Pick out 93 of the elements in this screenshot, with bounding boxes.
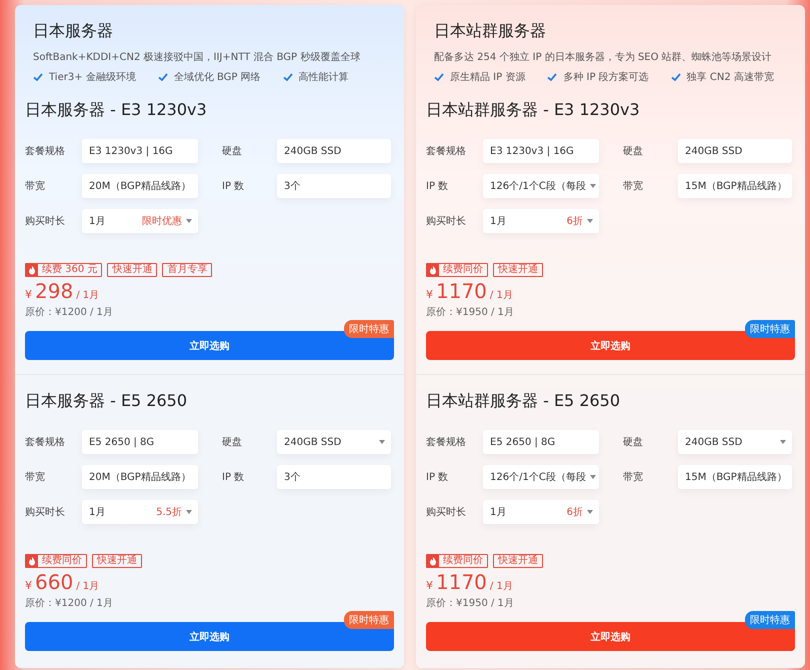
section-title: 日本站群服务器 (434, 21, 547, 42)
check-icon (282, 72, 293, 82)
check-icon (33, 72, 43, 82)
check-icon (547, 72, 558, 82)
price: ¥1170/ 1月 (426, 279, 514, 303)
select-field[interactable]: 1月 6折 (483, 209, 599, 233)
select-field[interactable]: 126个/1个C段（每段 (483, 465, 599, 489)
original-price: 原价：¥1950 / 1月 (426, 306, 515, 319)
input-field[interactable]: 15M（BGP精品线路） (678, 465, 792, 489)
feature-text: Tier3+ 金融级环境 (49, 70, 136, 84)
input-field[interactable]: E3 1230v3 | 16G (82, 139, 198, 163)
product-title: 日本服务器 - E3 1230v3 (25, 100, 208, 121)
field-label: 带宽 (25, 180, 46, 193)
promo-ribbon: 限时特惠 (745, 320, 795, 338)
promo-tag: 续费同价 (25, 554, 87, 568)
select-field[interactable]: 240GB SSD (678, 430, 792, 454)
check-icon (158, 72, 168, 82)
feature-text: 独享 CN2 高速带宽 (686, 70, 774, 84)
section-subtitle: 配备多达 254 个独立 IP 的日本服务器，专为 SEO 站群、蜘蛛池等场景设计 (434, 50, 773, 64)
original-price: 原价：¥1200 / 1月 (25, 597, 114, 610)
promo-tag: 快速开通 (493, 554, 543, 568)
field-label: IP 数 (426, 471, 450, 484)
input-field[interactable]: 240GB SSD (277, 139, 391, 163)
promo-tag: 快速开通 (493, 263, 543, 277)
product-title: 日本站群服务器 - E5 2650 (426, 391, 622, 412)
input-field[interactable]: 20M（BGP精品线路） (82, 174, 198, 198)
price: ¥660/ 1月 (25, 570, 100, 594)
input-field[interactable]: E5 2650 | 8G (82, 430, 198, 454)
promo-tag: 快速开通 (107, 263, 158, 277)
select-field[interactable]: 1月 限时优惠 (82, 209, 198, 233)
input-field[interactable]: 20M（BGP精品线路） (82, 465, 198, 489)
promo-tag: 续费同价 (426, 263, 488, 277)
promo-tag: 续费 360 元 (25, 263, 102, 277)
select-field[interactable]: 1月 5.5折 (82, 500, 198, 524)
caret-icon (186, 219, 192, 223)
caret-icon (587, 219, 593, 223)
select-field[interactable]: 1月 6折 (483, 500, 599, 524)
field-label: 购买时长 (426, 214, 467, 228)
promo-ribbon: 限时特惠 (344, 611, 394, 629)
field-label: IP 数 (426, 180, 450, 193)
field-label: IP 数 (221, 471, 246, 484)
product-title: 日本站群服务器 - E3 1230v3 (426, 100, 641, 121)
flame-icon (26, 264, 38, 276)
field-label: 套餐规格 (25, 436, 66, 449)
feature-text: 全域优化 BGP 网络 (174, 70, 261, 84)
input-field[interactable]: E5 2650 | 8G (483, 430, 599, 454)
input-field[interactable]: 240GB SSD (678, 139, 792, 163)
price: ¥298/ 1月 (25, 279, 100, 303)
field-label: 硬盘 (622, 145, 644, 158)
field-label: 购买时长 (25, 214, 66, 228)
promo-tag: 续费同价 (426, 554, 488, 568)
flame-icon (427, 555, 439, 567)
input-field[interactable]: E3 1230v3 | 16G (483, 139, 599, 163)
promo-tag: 首月专享 (162, 263, 212, 277)
field-label: 购买时长 (25, 506, 66, 519)
field-label: 硬盘 (221, 436, 243, 449)
caret-icon (186, 510, 192, 514)
flame-icon (26, 555, 38, 567)
feature-text: 多种 IP 段方案可选 (563, 70, 649, 84)
field-label: 带宽 (25, 470, 46, 484)
price: ¥1170/ 1月 (426, 570, 514, 594)
field-label: IP 数 (221, 180, 246, 193)
select-field[interactable]: 240GB SSD (277, 430, 391, 454)
check-icon (670, 72, 681, 82)
caret-icon (379, 440, 385, 444)
input-field[interactable]: 3个 (277, 465, 391, 489)
original-price: 原价：¥1200 / 1月 (25, 306, 114, 319)
field-label: 带宽 (622, 180, 644, 193)
promo-tag: 快速开通 (92, 554, 142, 568)
section-title: 日本服务器 (33, 21, 114, 42)
field-label: 带宽 (622, 470, 644, 484)
caret-icon (590, 184, 596, 188)
check-icon (434, 72, 444, 82)
caret-icon (590, 475, 596, 479)
field-label: 硬盘 (622, 436, 644, 449)
feature-text: 原生精品 IP 资源 (450, 70, 526, 84)
caret-icon (587, 510, 593, 514)
flame-icon (427, 264, 439, 276)
caret-icon (780, 440, 786, 444)
input-field[interactable]: 3个 (277, 174, 391, 198)
input-field[interactable]: 15M（BGP精品线路） (678, 174, 792, 198)
promo-ribbon: 限时特惠 (745, 611, 795, 629)
promo-ribbon: 限时特惠 (344, 320, 394, 338)
original-price: 原价：¥1950 / 1月 (426, 597, 515, 610)
product-title: 日本服务器 - E5 2650 (25, 391, 188, 412)
field-label: 硬盘 (221, 145, 243, 158)
select-field[interactable]: 126个/1个C段（每段 (483, 174, 599, 198)
section-subtitle: SoftBank+KDDI+CN2 极速接驳中国，IIJ+NTT 混合 BGP 秒级覆盖全球 (33, 50, 362, 64)
field-label: 套餐规格 (426, 436, 467, 449)
field-label: 套餐规格 (426, 144, 467, 158)
field-label: 套餐规格 (25, 144, 66, 158)
field-label: 购买时长 (426, 506, 467, 519)
feature-text: 高性能计算 (298, 70, 349, 84)
